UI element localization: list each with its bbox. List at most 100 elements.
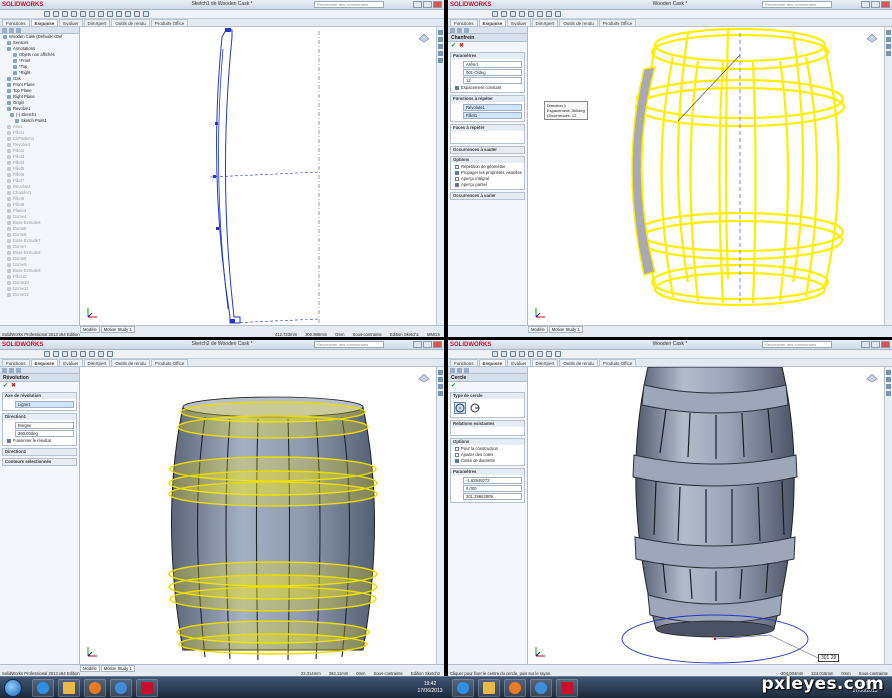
property-manager-tab-icon[interactable] (9, 27, 14, 33)
appearances-icon[interactable] (886, 51, 891, 56)
close-button[interactable] (881, 1, 890, 8)
search-input[interactable]: Rechercher des commandes (314, 1, 384, 8)
tab-esquisse[interactable]: Esquisse (478, 19, 507, 26)
print-icon[interactable] (519, 11, 525, 17)
group-title[interactable]: Direction2 (3, 449, 76, 455)
tab-model[interactable]: Modèle (80, 326, 100, 333)
open-icon[interactable] (501, 11, 507, 17)
ok-button[interactable]: ✔ (451, 43, 456, 49)
resources-icon[interactable] (438, 30, 443, 35)
config-manager-tab-icon[interactable] (464, 367, 469, 373)
view-orientation-icon[interactable] (418, 371, 430, 383)
undo-icon[interactable] (528, 351, 534, 357)
sketch-point[interactable] (213, 175, 216, 178)
tab-dimxpert[interactable]: DimXpert (83, 359, 111, 366)
new-icon[interactable] (44, 351, 50, 357)
config-manager-tab-icon[interactable] (16, 27, 21, 33)
open-icon[interactable] (501, 351, 507, 357)
tab-evaluer[interactable]: Evaluer (59, 19, 83, 26)
rebuild-icon[interactable] (98, 351, 104, 357)
media-icon[interactable] (530, 679, 552, 697)
tab-esquisse[interactable]: Esquisse (478, 359, 507, 366)
graphics-area[interactable] (80, 27, 436, 325)
ok-button[interactable]: ✔ (3, 383, 8, 389)
minimize-button[interactable] (413, 341, 422, 348)
partial-preview-radio[interactable]: Aperçu partiel (453, 182, 522, 188)
rebuild-icon[interactable] (98, 11, 104, 17)
view-orientation-icon[interactable] (866, 31, 878, 43)
equal-spacing-checkbox[interactable]: Espacement constant (453, 85, 522, 91)
media-icon[interactable] (110, 679, 132, 697)
tab-fonctions[interactable]: Fonctions (2, 359, 30, 366)
print-icon[interactable] (519, 351, 525, 357)
tab-evaluer[interactable]: Evaluer (59, 359, 83, 366)
pattern-callout[interactable]: Direction 1 Espacement: 360deg Occurrenc… (544, 101, 588, 120)
options-icon[interactable] (555, 351, 561, 357)
radius-field[interactable]: 301.29662809 (463, 493, 522, 500)
trim-icon[interactable] (143, 11, 149, 17)
rebuild-icon[interactable] (546, 11, 552, 17)
group-title[interactable]: Occurrences à varier (451, 193, 524, 199)
ie-icon[interactable] (32, 679, 54, 697)
close-button[interactable] (881, 341, 890, 348)
open-icon[interactable] (53, 11, 59, 17)
property-manager-tab-icon[interactable] (457, 367, 462, 373)
seed-stave[interactable] (631, 66, 657, 276)
sketch-point[interactable] (215, 122, 218, 125)
tab-rendu[interactable]: Outils de rendu (111, 19, 150, 26)
tab-dimxpert[interactable]: DimXpert (531, 359, 559, 366)
circle-center-point[interactable] (713, 637, 717, 641)
search-input[interactable]: Rechercher des commandes (762, 341, 832, 348)
select-icon[interactable] (89, 11, 95, 17)
center-x-field[interactable]: -1.62948272 (463, 477, 522, 484)
axis-field[interactable]: Arête1 (463, 61, 522, 68)
sketch-point[interactable] (225, 28, 231, 32)
tab-evaluer[interactable]: Evaluer (507, 19, 531, 26)
view-orientation-icon[interactable] (418, 31, 430, 43)
options-icon[interactable] (107, 351, 113, 357)
open-icon[interactable] (53, 351, 59, 357)
maximize-button[interactable] (423, 341, 432, 348)
center-circle-icon[interactable] (454, 402, 466, 414)
save-icon[interactable] (510, 351, 516, 357)
axis-field[interactable]: Ligne1 (15, 401, 74, 408)
group-title[interactable]: Occurrences à sauter (451, 147, 524, 153)
appearances-icon[interactable] (886, 391, 891, 396)
tab-esquisse[interactable]: Esquisse (30, 19, 59, 26)
units-status[interactable]: MMGS (427, 332, 440, 337)
library-icon[interactable] (886, 37, 891, 42)
ok-button[interactable]: ✔ (451, 383, 456, 389)
folder-icon[interactable] (478, 679, 500, 697)
select-icon[interactable] (89, 351, 95, 357)
options-icon[interactable] (107, 11, 113, 17)
tab-dimxpert[interactable]: DimXpert (83, 19, 111, 26)
feature-list-item[interactable]: Fillet1 (463, 112, 522, 119)
file-explorer-icon[interactable] (438, 384, 443, 389)
appearances-icon[interactable] (438, 51, 443, 56)
start-button[interactable] (4, 679, 22, 697)
library-icon[interactable] (438, 377, 443, 382)
arc-icon[interactable] (134, 11, 140, 17)
maximize-button[interactable] (423, 1, 432, 8)
new-icon[interactable] (44, 11, 50, 17)
property-manager-tab-icon[interactable] (9, 367, 14, 373)
close-button[interactable] (433, 1, 442, 8)
tab-motion-study[interactable]: Motion Study 1 (100, 665, 135, 672)
ie-icon[interactable] (452, 679, 474, 697)
minimize-button[interactable] (861, 341, 870, 348)
center-y-field[interactable]: 0.000 (463, 485, 522, 492)
tab-rendu[interactable]: Outils de rendu (111, 359, 150, 366)
dimension-input[interactable]: 301.29 (818, 654, 840, 662)
appearances-icon[interactable] (438, 391, 443, 396)
feature-list-item[interactable]: Révolute1 (463, 104, 522, 111)
tab-model[interactable]: Modèle (80, 665, 100, 672)
undo-icon[interactable] (80, 351, 86, 357)
circle-icon[interactable] (125, 11, 131, 17)
tab-motion-study[interactable]: Motion Study 1 (100, 326, 135, 333)
file-explorer-icon[interactable] (886, 44, 891, 49)
minimize-button[interactable] (861, 1, 870, 8)
cancel-button[interactable]: ✖ (459, 43, 464, 49)
firefox-icon[interactable] (84, 679, 106, 697)
feature-manager-tab-icon[interactable] (450, 27, 455, 33)
tab-office[interactable]: Produits Office (150, 359, 189, 366)
